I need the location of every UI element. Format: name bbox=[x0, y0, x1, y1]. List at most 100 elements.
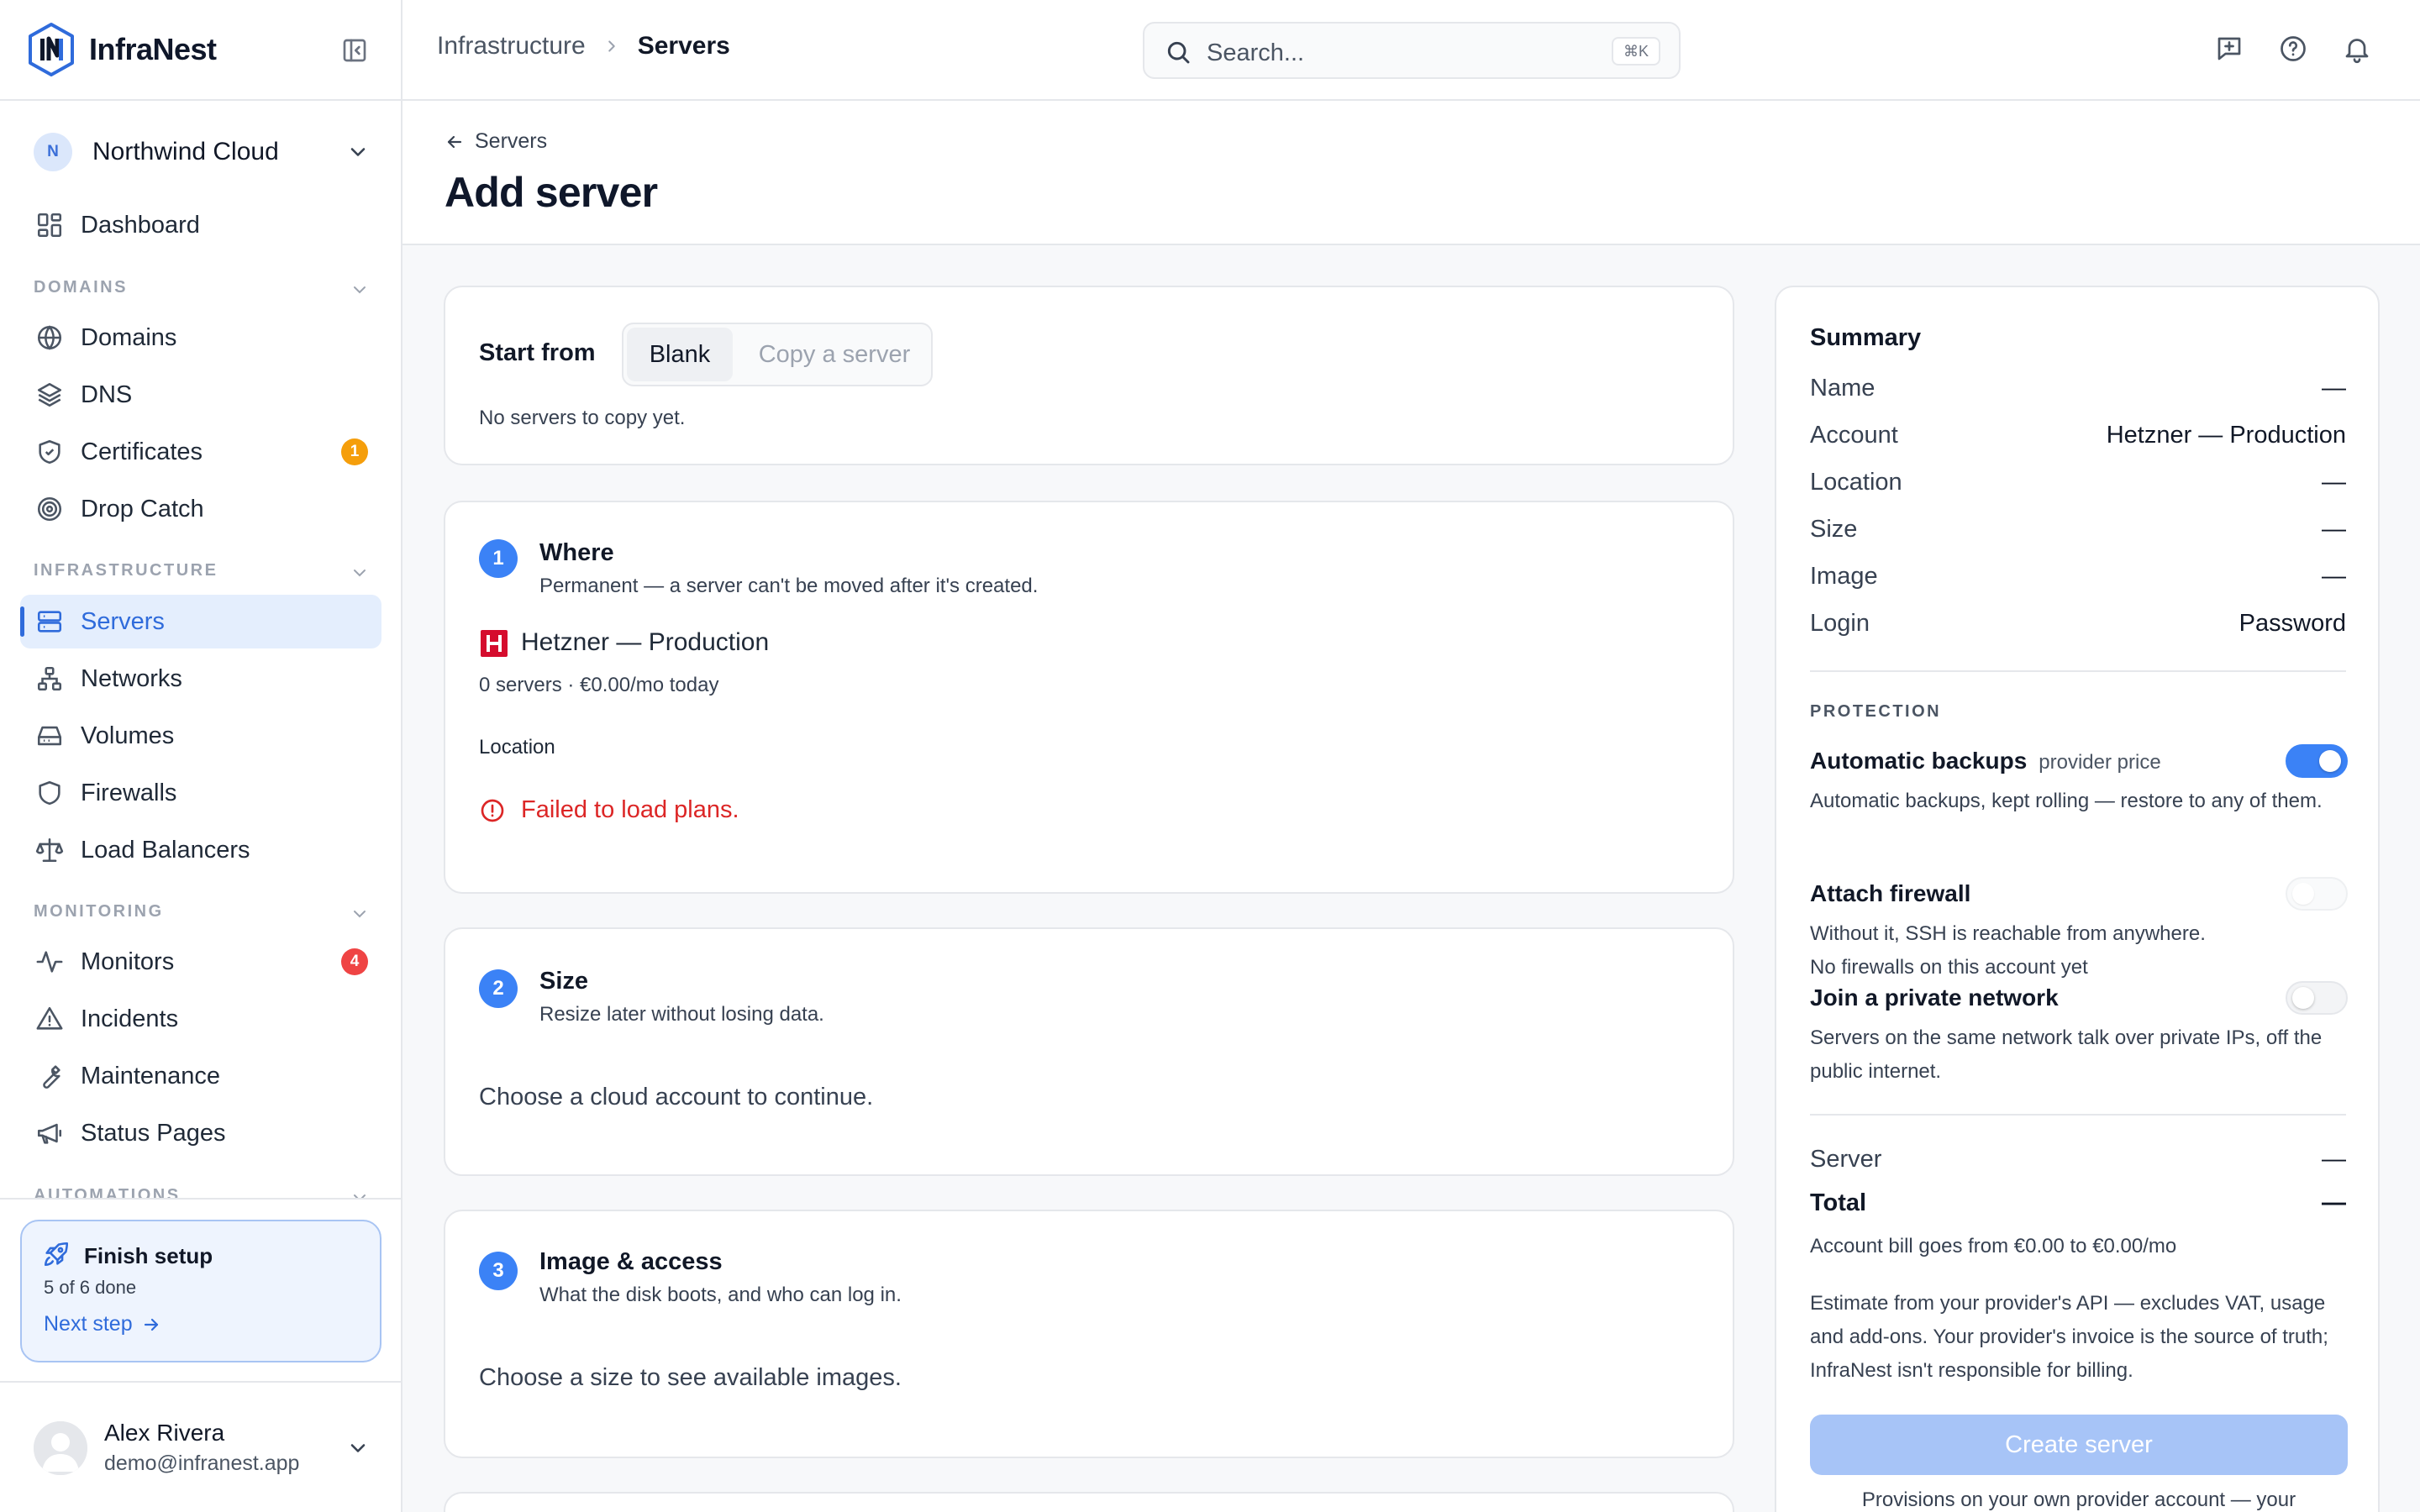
section-label: INFRASTRUCTURE bbox=[34, 561, 218, 580]
section-header-domains[interactable]: DOMAINS bbox=[34, 278, 370, 297]
backups-toggle[interactable] bbox=[2286, 744, 2348, 778]
bell-icon[interactable] bbox=[2342, 34, 2372, 64]
step-number-badge: 3 bbox=[479, 1252, 518, 1290]
image-placeholder: Choose a size to see available images. bbox=[479, 1364, 902, 1391]
infranest-logo-icon bbox=[29, 23, 74, 76]
active-indicator bbox=[20, 606, 24, 637]
hetzner-logo-icon bbox=[481, 630, 508, 657]
user-avatar-icon bbox=[34, 1421, 87, 1475]
back-to-servers-link[interactable]: Servers bbox=[445, 129, 547, 154]
summary-value: — bbox=[2322, 516, 2346, 543]
scale-icon bbox=[35, 837, 64, 863]
org-avatar: N bbox=[34, 133, 72, 171]
backups-description: Automatic backups, kept rolling — restor… bbox=[1810, 790, 2323, 812]
sidebar-item-label: Incidents bbox=[81, 1005, 179, 1032]
setup-progress: 5 of 6 done bbox=[44, 1277, 137, 1298]
summary-key: Size bbox=[1810, 516, 1858, 543]
layers-icon bbox=[37, 382, 62, 407]
feedback-icon[interactable] bbox=[2214, 34, 2244, 64]
sidebar-item-dns[interactable]: DNS bbox=[20, 368, 381, 422]
private-network-toggle[interactable] bbox=[2286, 981, 2348, 1015]
summary-key: Server bbox=[1810, 1146, 1882, 1173]
sidebar-item-label: Dashboard bbox=[81, 211, 200, 239]
start-from-blank-option[interactable]: Blank bbox=[627, 328, 733, 381]
globe-icon bbox=[37, 325, 62, 350]
sidebar-item-incidents[interactable]: Incidents bbox=[20, 992, 381, 1046]
sidebar-item-dashboard[interactable]: Dashboard bbox=[20, 198, 381, 252]
activity-icon bbox=[36, 951, 63, 973]
sidebar-item-maintenance[interactable]: Maintenance bbox=[20, 1049, 381, 1103]
sidebar-collapse-icon[interactable] bbox=[341, 37, 368, 64]
section-header-infrastructure[interactable]: INFRASTRUCTURE bbox=[34, 561, 370, 580]
sidebar-item-label: Networks bbox=[81, 664, 182, 692]
sidebar-item-label: Drop Catch bbox=[81, 495, 204, 522]
summary-panel: Summary Name — Account Hetzner — Product… bbox=[1775, 286, 2380, 1512]
sidebar-item-label: Certificates bbox=[81, 438, 203, 465]
sidebar-divider bbox=[0, 1198, 401, 1200]
sidebar-item-volumes[interactable]: Volumes bbox=[20, 709, 381, 763]
sidebar-item-load-balancers[interactable]: Load Balancers bbox=[20, 823, 381, 877]
summary-key: Login bbox=[1810, 610, 1870, 637]
user-email: demo@infranest.app bbox=[104, 1452, 300, 1475]
sidebar-item-label: Firewalls bbox=[81, 779, 177, 806]
section-header-automations[interactable]: AUTOMATIONS bbox=[34, 1186, 370, 1198]
summary-row-image: Image — bbox=[1810, 563, 2346, 596]
sidebar-item-monitors[interactable]: Monitors 4 bbox=[20, 935, 381, 989]
search-input[interactable]: Search... ⌘K bbox=[1143, 22, 1681, 79]
summary-key: Image bbox=[1810, 563, 1878, 590]
error-message: Failed to load plans. bbox=[521, 796, 739, 823]
summary-value: — bbox=[2322, 1189, 2346, 1216]
sidebar-item-drop-catch[interactable]: Drop Catch bbox=[20, 482, 381, 536]
sidebar-item-status-pages[interactable]: Status Pages bbox=[20, 1106, 381, 1160]
start-from-toggle: Blank Copy a server bbox=[622, 323, 933, 386]
billing-disclaimer: Estimate from your provider's API — excl… bbox=[1810, 1292, 2328, 1382]
summary-key: Name bbox=[1810, 375, 1876, 402]
sidebar-item-domains[interactable]: Domains bbox=[20, 311, 381, 365]
summary-key: Account bbox=[1810, 422, 1898, 449]
firewall-toggle[interactable] bbox=[2286, 877, 2348, 911]
summary-key: Location bbox=[1810, 469, 1902, 496]
location-label: Location bbox=[479, 736, 555, 759]
user-menu[interactable]: Alex Rivera demo@infranest.app bbox=[34, 1418, 370, 1482]
sidebar-item-label: Servers bbox=[81, 607, 165, 635]
summary-value: Hetzner — Production bbox=[2106, 422, 2346, 449]
start-from-card: Start from Blank Copy a server No server… bbox=[444, 286, 1734, 465]
summary-value: — bbox=[2322, 469, 2346, 496]
summary-row-account: Account Hetzner — Production bbox=[1810, 422, 2346, 455]
brand[interactable]: InfraNest bbox=[27, 22, 217, 77]
step-next-card bbox=[444, 1492, 1734, 1512]
provider-account-name[interactable]: Hetzner — Production bbox=[521, 628, 769, 657]
alert-circle-icon bbox=[481, 799, 504, 822]
toggle-knob bbox=[2292, 987, 2314, 1009]
section-header-monitoring[interactable]: MONITORING bbox=[34, 902, 370, 921]
backups-title: Automatic backups bbox=[1810, 748, 2028, 774]
summary-row-name: Name — bbox=[1810, 375, 2346, 408]
summary-title: Summary bbox=[1810, 324, 1922, 351]
org-switcher[interactable]: N Northwind Cloud bbox=[34, 130, 370, 174]
sidebar-item-certificates[interactable]: Certificates 1 bbox=[20, 425, 381, 479]
step-where-card: 1 Where Permanent — a server can't be mo… bbox=[444, 501, 1734, 894]
create-server-button[interactable]: Create server bbox=[1810, 1415, 2348, 1475]
chevron-down-icon bbox=[354, 286, 366, 294]
next-step-link[interactable]: Next step bbox=[44, 1312, 161, 1336]
summary-value: Password bbox=[2238, 610, 2346, 637]
chevron-down-icon bbox=[350, 1444, 366, 1452]
summary-row-total: Total — bbox=[1810, 1189, 2346, 1223]
sidebar-item-servers[interactable]: Servers bbox=[20, 595, 381, 648]
chevron-down-icon bbox=[354, 570, 366, 577]
breadcrumb-infrastructure[interactable]: Infrastructure bbox=[437, 32, 586, 60]
topbar: Infrastructure Servers Search... ⌘K bbox=[402, 0, 2420, 101]
help-icon[interactable] bbox=[2278, 34, 2308, 64]
provider-account-meta: 0 servers · €0.00/mo today bbox=[479, 674, 719, 696]
sidebar-item-label: DNS bbox=[81, 381, 133, 408]
toggle-knob bbox=[2292, 883, 2314, 905]
page-header: Servers Add server bbox=[402, 101, 2420, 245]
section-label: AUTOMATIONS bbox=[34, 1186, 181, 1198]
sidebar-item-networks[interactable]: Networks bbox=[20, 652, 381, 706]
next-step-label: Next step bbox=[44, 1312, 133, 1336]
summary-row-login: Login Password bbox=[1810, 610, 2346, 643]
summary-row-size: Size — bbox=[1810, 516, 2346, 549]
finish-setup-card[interactable]: Finish setup 5 of 6 done Next step bbox=[20, 1220, 381, 1362]
sidebar-item-firewalls[interactable]: Firewalls bbox=[20, 766, 381, 820]
step-number-badge: 1 bbox=[479, 539, 518, 578]
